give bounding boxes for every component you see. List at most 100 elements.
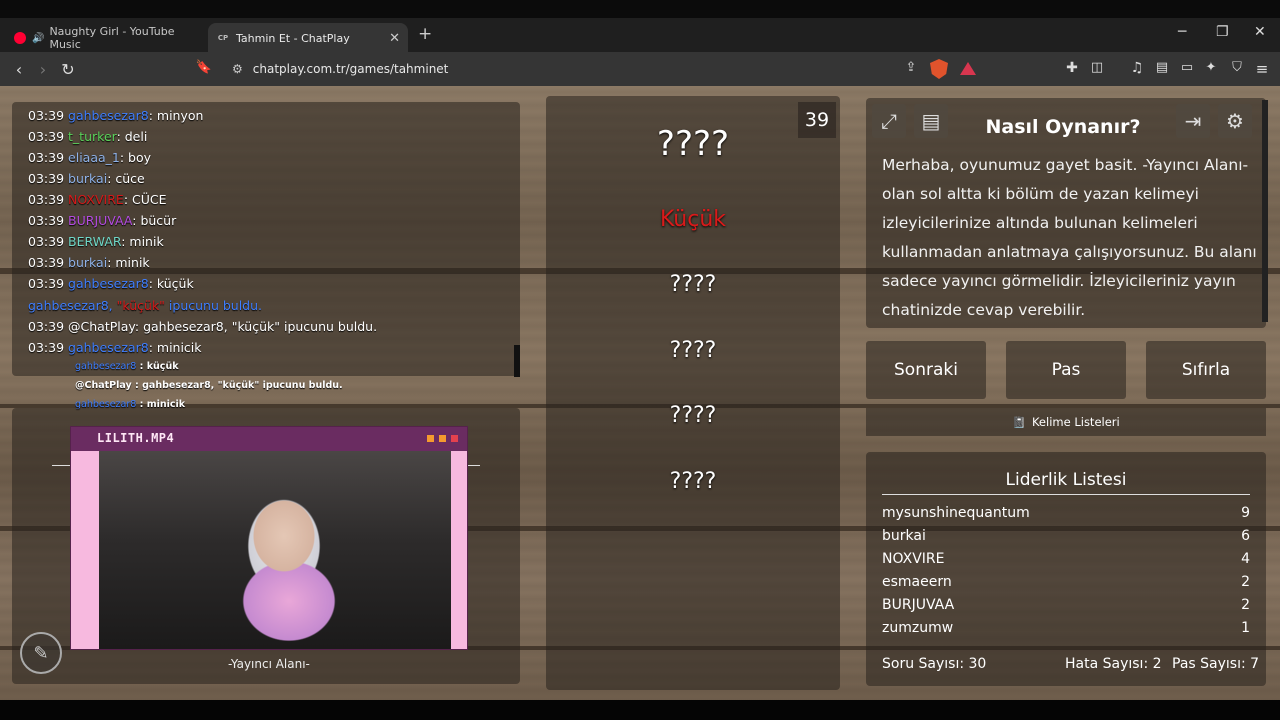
- how-to-play-panel: ⤢ ▤ Nasıl Oynanır? ⇥ ⚙ Merhaba, oyunumuz…: [866, 98, 1266, 328]
- leaderboard-row: zumzumw 1: [882, 620, 1250, 636]
- chat-message: 03:39 gahbesezar8: minicik: [28, 340, 202, 355]
- chat-username: gahbesezar8: [68, 276, 149, 291]
- streamer-area-caption: -Yayıncı Alanı-: [228, 657, 310, 671]
- chat-username: eliaaa_1: [68, 150, 120, 165]
- overlay-chat-line: gahbesezar8 : küçük: [75, 361, 179, 372]
- how-to-play-scrollbar[interactable]: [1262, 100, 1268, 322]
- close-icon: [450, 434, 459, 443]
- site-settings-icon[interactable]: ⚙: [232, 62, 243, 76]
- leo-icon[interactable]: ✦: [1202, 60, 1220, 75]
- tab-label: Naughty Girl - YouTube Music: [49, 25, 175, 51]
- back-icon[interactable]: ‹: [10, 60, 28, 79]
- chat-username: NOXVIRE: [68, 192, 124, 207]
- url-text: chatplay.com.tr/games/tahminet: [252, 62, 449, 76]
- close-tab-icon[interactable]: ✕: [389, 31, 400, 46]
- hidden-hint: ????: [669, 403, 717, 428]
- chat-panel: 03:39 gahbesezar8: minyon 03:39 t_turker: …: [12, 102, 520, 376]
- webcam-title: LILITH.MP4: [97, 431, 175, 445]
- divider: [882, 494, 1250, 495]
- gear-icon[interactable]: ⚙: [1218, 104, 1252, 138]
- share-icon[interactable]: ⇪: [902, 60, 920, 75]
- screen-top-bar: [0, 0, 1280, 18]
- chat-username: t_turker: [68, 129, 117, 144]
- extensions-icon[interactable]: ✚: [1063, 60, 1081, 76]
- leaderboard-row: NOXVIRE 4: [882, 551, 1250, 567]
- divider: [52, 465, 70, 466]
- address-bar[interactable]: ⚙ chatplay.com.tr/games/tahminet: [222, 56, 986, 82]
- pass-count: Pas Sayısı: 7: [1172, 656, 1260, 672]
- chat-system-message: gahbesezar8, "küçük" ipucunu buldu.: [28, 298, 263, 313]
- pencil-icon[interactable]: ✎: [20, 632, 62, 674]
- tab-chatplay[interactable]: CP Tahmin Et - ChatPlay ✕: [208, 23, 408, 53]
- word-lists-button[interactable]: 📓 Kelime Listeleri: [866, 408, 1266, 436]
- tab-youtube-music[interactable]: 🔊 Naughty Girl - YouTube Music: [6, 23, 206, 53]
- chat-username: burkai: [68, 171, 108, 186]
- leaderboard-panel: Liderlik Listesi mysunshinequantum 9 burk…: [866, 452, 1266, 686]
- next-button[interactable]: Sonraki: [866, 341, 986, 399]
- webcam-title-bar: LILITH.MP4: [71, 427, 467, 451]
- speaker-icon[interactable]: 🔊: [32, 33, 44, 44]
- leaderboard-row: BURJUVAA 2: [882, 597, 1250, 613]
- window-buttons: [426, 434, 459, 443]
- question-count: Soru Sayısı: 30: [882, 656, 987, 672]
- webcam-window: LILITH.MP4: [70, 426, 468, 650]
- chat-username: BERWAR: [68, 234, 122, 249]
- window-close-icon[interactable]: ✕: [1254, 24, 1266, 40]
- chat-username: burkai: [68, 255, 108, 270]
- chat-message: 03:39 BERWAR: minik: [28, 234, 164, 249]
- screen-bottom-bar: [0, 700, 1280, 720]
- chat-message: 03:39 BURJUVAA: bücür: [28, 213, 177, 228]
- wallet-icon[interactable]: ▭: [1178, 60, 1196, 75]
- youtube-music-icon: [14, 32, 26, 44]
- hidden-hint: ????: [669, 272, 717, 297]
- chat-username: BURJUVAA: [68, 213, 133, 228]
- chat-message: 03:39 t_turker: deli: [28, 129, 148, 144]
- brave-rewards-icon[interactable]: [960, 62, 976, 75]
- chat-scrollbar[interactable]: [514, 345, 520, 377]
- chat-message: 03:39 burkai: minik: [28, 255, 150, 270]
- word-column: [546, 96, 840, 690]
- sidebar-icon[interactable]: ▤: [1153, 60, 1171, 75]
- maximize-icon: [438, 434, 447, 443]
- hidden-word-main: ????: [656, 124, 730, 164]
- chat-message: 03:39 eliaaa_1: boy: [28, 150, 152, 165]
- navigation-bar: ‹ › ↻ 🔖 ⚙ chatplay.com.tr/games/tahminet…: [0, 52, 1280, 86]
- media-icon[interactable]: ♫: [1128, 60, 1146, 76]
- screenshot-icon[interactable]: ◫: [1088, 60, 1106, 75]
- reload-icon[interactable]: ↻: [59, 60, 77, 79]
- tab-label: Tahmin Et - ChatPlay: [236, 31, 350, 45]
- chat-username: gahbesezar8: [68, 340, 149, 355]
- word-lists-label: Kelime Listeleri: [1031, 415, 1120, 429]
- leaderboard-title: Liderlik Listesi: [1005, 470, 1127, 490]
- how-to-play-text: Merhaba, oyunumuz gayet basit. -Yayıncı …: [882, 156, 1257, 319]
- logout-icon[interactable]: ⇥: [1176, 104, 1210, 138]
- leaderboard-row: mysunshinequantum 9: [882, 505, 1250, 521]
- chat-message: 03:39 gahbesezar8: küçük: [28, 276, 194, 291]
- new-tab-button[interactable]: +: [418, 24, 432, 44]
- minimize-icon: [426, 434, 435, 443]
- chat-message: 03:39 burkai: cüce: [28, 171, 145, 186]
- leaderboard-row: burkai 6: [882, 528, 1250, 544]
- error-count: Hata Sayısı: 2: [1065, 656, 1162, 672]
- forward-icon[interactable]: ›: [34, 60, 52, 79]
- minimize-icon[interactable]: ─: [1178, 24, 1186, 40]
- tab-bar: 🔊 Naughty Girl - YouTube Music CP Tahmin…: [0, 18, 1280, 53]
- webcam-video: [99, 451, 451, 649]
- chatplay-favicon: CP: [217, 34, 229, 42]
- chat-bot-message: 03:39 @ChatPlay: gahbesezar8, "küçük" ipu…: [28, 319, 378, 334]
- bookmark-icon[interactable]: 🔖: [195, 60, 213, 75]
- vpn-icon[interactable]: ⛉: [1228, 60, 1246, 75]
- pass-button[interactable]: Pas: [1006, 341, 1126, 399]
- chat-message: 03:39 gahbesezar8: minyon: [28, 108, 204, 123]
- book-icon: 📓: [1012, 415, 1026, 429]
- revealed-hint: Küçük: [659, 207, 727, 232]
- hidden-hint: ????: [669, 469, 717, 494]
- restore-icon[interactable]: ❐: [1216, 24, 1229, 40]
- leaderboard-row: esmaeern 2: [882, 574, 1250, 590]
- chat-message: 03:39 NOXVIRE: CÜCE: [28, 192, 167, 207]
- hidden-hint: ????: [669, 338, 717, 363]
- reset-button[interactable]: Sıfırla: [1146, 341, 1266, 399]
- divider: [468, 465, 480, 466]
- menu-icon[interactable]: ≡: [1253, 60, 1271, 78]
- chat-username: gahbesezar8: [68, 108, 149, 123]
